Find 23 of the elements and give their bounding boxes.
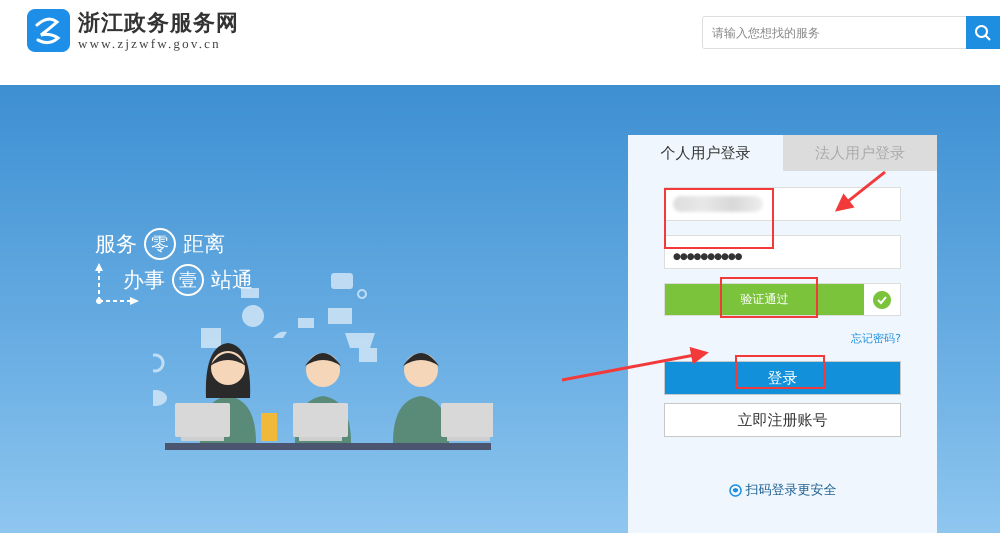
slogan-text: 站通 — [211, 267, 253, 294]
shield-icon — [728, 484, 742, 496]
password-field[interactable]: ●●●●●●●●●● — [664, 235, 901, 269]
search-button[interactable] — [966, 16, 1000, 49]
password-dots: ●●●●●●●●●● — [673, 252, 742, 262]
circled-character: 零 — [144, 228, 176, 260]
annotation-arrow — [834, 170, 886, 212]
qr-login-link[interactable]: 扫码登录更安全 — [728, 481, 836, 499]
qr-login-text: 扫码登录更安全 — [746, 482, 836, 499]
forgot-password-link[interactable]: 忘记密码? — [851, 331, 901, 346]
logo-icon — [27, 9, 70, 52]
slogan-text: 服务 — [95, 231, 137, 258]
username-field[interactable] — [664, 187, 901, 221]
slogan-text: 办事 — [123, 267, 165, 294]
site-name: 浙江政务服务网 — [78, 10, 239, 36]
register-button[interactable]: 立即注册账号 — [664, 403, 901, 437]
search-field[interactable]: 请输入您想找的服务 — [702, 16, 966, 49]
slogan-text: 距离 — [183, 231, 225, 258]
check-icon — [873, 290, 891, 308]
site-url: www.zjzwfw.gov.cn — [78, 36, 222, 52]
circled-character: 壹 — [172, 264, 204, 296]
login-button[interactable]: 登录 — [664, 361, 901, 395]
search-icon — [974, 24, 992, 42]
